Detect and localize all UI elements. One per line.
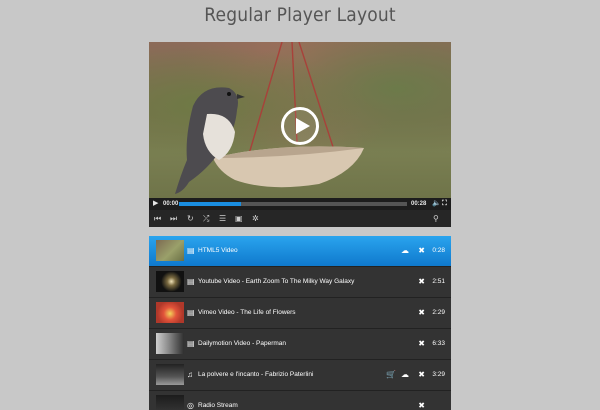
play-overlay-button[interactable] (281, 107, 319, 145)
previous-icon[interactable]: ⏮ (154, 210, 161, 227)
search-icon[interactable]: ⚲ (433, 210, 439, 227)
playlist-item-la-polvere[interactable]: ♫ La polvere e l'incanto - Fabrizio Pate… (149, 360, 451, 391)
thumbnail (156, 364, 184, 385)
playlist-item-title: Dailymotion Video - Paperman (198, 340, 287, 347)
remove-icon[interactable]: ✖ (418, 391, 425, 410)
film-icon: ▤ (187, 277, 195, 286)
radio-icon: ◎ (187, 401, 194, 410)
thumbnail (156, 395, 184, 410)
playlist-item-title: Youtube Video - Earth Zoom To The Milky … (198, 278, 355, 285)
playlist-item-youtube-video[interactable]: ▤ Youtube Video - Earth Zoom To The Milk… (149, 267, 451, 298)
music-icon: ♫ (187, 370, 193, 379)
playlist-icon[interactable]: ☰ (219, 210, 226, 227)
playlist-item-duration: 3:29 (432, 371, 445, 378)
thumbnail (156, 302, 184, 323)
download-icon[interactable]: ☁ (401, 360, 409, 390)
playlist: ▤ HTML5 Video ☁ ✖ 0:28 ▤ Youtube Video -… (149, 236, 451, 410)
playlist-item-radio-stream[interactable]: ◎ Radio Stream ✖ (149, 391, 451, 410)
remove-icon[interactable]: ✖ (418, 267, 425, 297)
next-icon[interactable]: ⏭ (170, 210, 177, 227)
playlist-item-duration: 0:28 (432, 247, 445, 254)
duration-time: 00:28 (411, 201, 427, 207)
control-bar-bottom: ⏮ ⏭ ↻ ⤮ ☰ ▣ ✲ ⚲ (149, 210, 451, 227)
volume-icon[interactable]: 🔈 (432, 198, 441, 210)
film-icon: ▤ (187, 339, 195, 348)
thumbnail (156, 333, 184, 354)
remove-icon[interactable]: ✖ (418, 329, 425, 359)
thumbnail (156, 240, 184, 261)
progress-fill (179, 202, 241, 206)
playlist-item-title: HTML5 Video (198, 247, 238, 254)
film-icon: ▤ (187, 308, 195, 317)
control-bar-top: ▶ 00:00 00:28 🔈 ⛶ (149, 198, 451, 210)
remove-icon[interactable]: ✖ (418, 298, 425, 328)
current-time: 00:00 (163, 201, 179, 207)
page-title: Regular Player Layout (204, 4, 396, 26)
playlist-item-title: Radio Stream (198, 402, 238, 409)
playlist-item-dailymotion-video[interactable]: ▤ Dailymotion Video - Paperman ✖ 6:33 (149, 329, 451, 360)
thumbnail (156, 271, 184, 292)
progress-bar[interactable] (179, 202, 407, 206)
play-icon[interactable]: ▶ (153, 198, 158, 210)
shuffle-icon[interactable]: ⤮ (203, 210, 209, 227)
download-icon[interactable]: ☁ (401, 236, 409, 266)
playlist-item-vimeo-video[interactable]: ▤ Vimeo Video - The Life of Flowers ✖ 2:… (149, 298, 451, 329)
fullscreen-icon[interactable]: ⛶ (442, 198, 447, 210)
playlist-item-duration: 2:29 (432, 309, 445, 316)
video-frame[interactable] (149, 42, 451, 198)
video-player: ▶ 00:00 00:28 🔈 ⛶ ⏮ ⏭ ↻ ⤮ ☰ ▣ ✲ ⚲ (149, 42, 451, 227)
film-icon: ▤ (187, 246, 195, 255)
repeat-icon[interactable]: ↻ (187, 210, 194, 227)
playlist-item-html5-video[interactable]: ▤ HTML5 Video ☁ ✖ 0:28 (149, 236, 451, 267)
remove-icon[interactable]: ✖ (418, 360, 425, 390)
playlist-item-title: Vimeo Video - The Life of Flowers (198, 309, 296, 316)
playlist-item-duration: 6:33 (432, 340, 445, 347)
settings-icon[interactable]: ✲ (252, 210, 259, 227)
share-icon[interactable]: ▣ (235, 210, 243, 227)
playlist-item-title: La polvere e l'incanto - Fabrizio Paterl… (198, 371, 314, 378)
playlist-item-duration: 2:51 (432, 278, 445, 285)
cart-icon[interactable]: 🛒 (386, 360, 396, 390)
remove-icon[interactable]: ✖ (418, 236, 425, 266)
